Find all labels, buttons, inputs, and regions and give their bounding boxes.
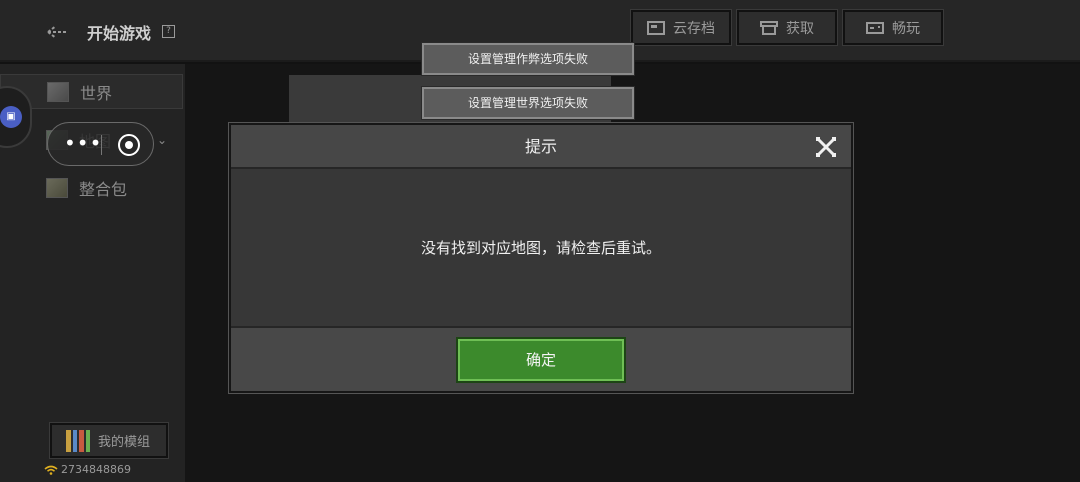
mini-program-capsule: ••• [47,122,154,166]
capsule-divider [101,135,102,155]
sidebar-item-label: 整合包 [79,179,128,199]
bookshelf-icon [66,429,90,452]
toast-cheat-settings-failed: 设置管理作弊选项失败 [421,42,635,76]
more-options-icon[interactable]: ••• [64,131,102,155]
dialog-header: 提示 [231,125,851,169]
sidebar-item-label: 世界 [80,83,113,103]
my-mods-label: 我的模组 [98,435,151,450]
play-label: 畅玩 [892,20,920,37]
car-icon: ▣ [0,106,22,128]
dialog-title: 提示 [524,137,557,156]
sidebar-item-modpack[interactable]: 整合包 [0,170,183,205]
my-mods-button[interactable]: 我的模组 [49,422,169,459]
user-id: 2734848869 [44,463,131,476]
close-target-icon[interactable] [118,134,140,156]
help-icon[interactable]: ? [162,25,175,38]
archive-box-icon [760,20,778,35]
cloud-save-button[interactable]: 云存档 [630,9,732,46]
gamepad-icon [866,21,884,35]
wifi-icon [44,465,58,475]
dialog-footer: 确定 [231,326,851,391]
user-id-text: 2734848869 [61,463,131,476]
page-title: 开始游戏 [87,24,152,43]
dialog-body: 没有找到对应地图，请检查后重试。 [231,171,851,326]
obtain-button[interactable]: 获取 [736,9,838,46]
obtain-label: 获取 [786,20,814,37]
toast-world-settings-failed: 设置管理世界选项失败 [421,86,635,120]
chevron-down-icon[interactable]: ⌄ [157,133,167,147]
cloud-save-label: 云存档 [673,20,715,37]
play-button[interactable]: 畅玩 [842,9,944,46]
back-arrow-icon[interactable] [46,22,70,42]
modpack-thumbnail-icon [46,177,68,198]
cloud-save-icon [647,20,665,35]
world-thumbnail-icon [47,81,69,102]
close-icon[interactable] [815,136,837,158]
dialog-message: 没有找到对应地图，请检查后重试。 [420,239,661,257]
alert-dialog: 提示 没有找到对应地图，请检查后重试。 确定 [228,122,854,394]
confirm-button[interactable]: 确定 [456,337,626,383]
